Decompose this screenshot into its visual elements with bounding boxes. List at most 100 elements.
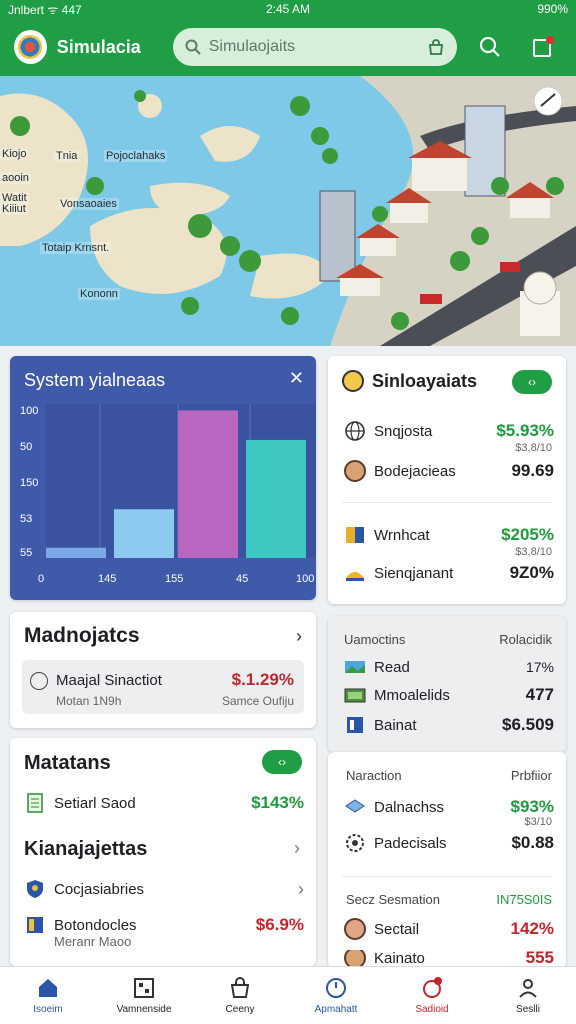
transactions-card: Naraction Prbfiior Dalnachss $93% $3/10 … xyxy=(328,752,566,968)
landscape-icon xyxy=(344,688,366,703)
item-value: $.1.29% xyxy=(231,670,294,689)
globe-icon xyxy=(345,421,365,441)
system-chart-card: System yialneaas ✕ 100 50 150 53 55 0 145 155 45… xyxy=(10,356,316,600)
map-illustration xyxy=(0,76,576,346)
battery-label: 990% xyxy=(537,2,569,16)
row-sub: $3,8/10 xyxy=(515,442,552,454)
section-title: Kianajajettas xyxy=(24,838,148,860)
list-item[interactable]: Maajal Sinactiot Motan 1N9h $.1.29% Samc… xyxy=(22,660,304,714)
flag-icon xyxy=(346,527,364,543)
row-label: Sectail xyxy=(374,920,420,938)
list-item[interactable]: Setiarl Saod $143% xyxy=(24,792,304,814)
list-item[interactable]: Kainato 555 xyxy=(344,950,554,966)
y-tick-label: 150 xyxy=(20,477,38,489)
search-button[interactable] xyxy=(471,27,510,67)
column-header: IN75S0IS xyxy=(496,892,552,907)
map-label: Vonsaoaies xyxy=(58,198,119,210)
bag-icon xyxy=(230,977,250,998)
nav-item-grid[interactable]: Vamnenside xyxy=(96,967,192,1024)
x-tick-label: 155 xyxy=(165,573,183,585)
list-item[interactable]: Mmoalelids 477 xyxy=(344,684,554,706)
avatar xyxy=(344,918,366,940)
bottom-navigation: Isoeim Vamnenside Ceeny Apmahatt Sadioid… xyxy=(0,966,576,1024)
nav-label: Isoeim xyxy=(33,1004,63,1015)
chart-bar[interactable] xyxy=(246,439,306,558)
map-label: Totaip Krnsnt. xyxy=(40,242,112,254)
nav-item-clock[interactable]: Apmahatt xyxy=(288,967,384,1024)
chevron-right-icon[interactable]: › xyxy=(296,626,302,647)
column-header: Secz Sesmation xyxy=(346,892,440,907)
list-item[interactable]: Sectail 142% xyxy=(344,918,554,940)
nav-label: Vamnenside xyxy=(116,1004,172,1015)
shield-icon xyxy=(27,880,43,898)
map-label: Pojoclahaks xyxy=(104,150,168,162)
toggle-pill-button[interactable]: ‹› xyxy=(512,370,552,394)
list-item[interactable]: Read 17% xyxy=(344,656,554,678)
matatans-card: Matatans ‹› Setiarl Saod $143% Kianajaje… xyxy=(10,738,316,966)
list-item[interactable]: Wrnhcat $205% xyxy=(344,524,554,546)
row-label: Bainat xyxy=(374,716,417,734)
column-header: Uamoctins xyxy=(344,632,406,647)
map-label: Tnia xyxy=(54,150,80,162)
nav-item-alerts[interactable]: Sadioid xyxy=(384,967,480,1024)
row-label: Setiarl Saod xyxy=(54,794,136,812)
toggle-pill-button[interactable]: ‹› xyxy=(262,750,302,774)
map-label: aooin xyxy=(0,172,31,184)
compass-button[interactable] xyxy=(535,86,565,116)
row-value: $6.509 xyxy=(502,715,554,734)
y-tick-label: 50 xyxy=(20,441,32,453)
bag-icon[interactable] xyxy=(427,38,445,56)
avatar xyxy=(344,460,366,482)
chart-bar[interactable] xyxy=(114,509,174,558)
chart-bar[interactable] xyxy=(178,410,238,558)
nav-label: Apmahatt xyxy=(314,1004,358,1015)
list-item[interactable]: Snqjosta $5.93% xyxy=(344,420,554,442)
search-icon xyxy=(480,36,500,57)
item-name: Maajal Sinactiot xyxy=(56,672,162,689)
search-bar[interactable]: Simulaojaits xyxy=(172,28,457,66)
image-icon xyxy=(345,661,365,673)
row-value: 99.69 xyxy=(511,461,554,480)
item-value-sub: Samce Oufiju xyxy=(221,694,294,708)
list-item[interactable]: Sienqjanant 9Z0% xyxy=(344,562,554,584)
chevron-right-icon[interactable]: › xyxy=(298,879,304,900)
list-item[interactable]: Padecisals $0.88 xyxy=(344,832,554,854)
row-value: $0.88 xyxy=(511,833,554,852)
list-item[interactable]: Botondocles $6.9% xyxy=(24,914,304,936)
row-label: Bodejacieas xyxy=(374,462,456,480)
list-item[interactable]: Dalnachss $93% xyxy=(344,796,554,818)
list-item[interactable]: Bainat $6.509 xyxy=(344,714,554,736)
app-bar: Simulacia Simulaojaits xyxy=(0,18,576,76)
row-value: $93% xyxy=(510,797,554,816)
y-tick-label: 100 xyxy=(20,405,38,417)
receipt-icon xyxy=(27,793,43,813)
document-icon xyxy=(347,717,363,733)
nav-item-home[interactable]: Isoeim xyxy=(0,967,96,1024)
nav-item-profile[interactable]: Seslli xyxy=(480,967,576,1024)
nav-label: Ceeny xyxy=(225,1004,255,1015)
row-label: Botondocles xyxy=(54,916,137,934)
row-label: Padecisals xyxy=(374,834,447,852)
row-sub: $3,8/10 xyxy=(515,546,552,558)
app-title: Simulacia xyxy=(56,36,141,57)
map-view[interactable]: Tnia Pojoclahaks aooin Watit Kiiiut Vons… xyxy=(0,76,576,346)
radio-button[interactable] xyxy=(30,672,48,690)
carrier-label: Jnlbert ᯤ 447 xyxy=(8,2,82,17)
chart-bar[interactable] xyxy=(46,547,106,558)
row-label: Sienqjanant xyxy=(374,564,454,582)
row-value: 17% xyxy=(525,659,554,675)
row-value: 555 xyxy=(525,950,554,966)
nav-label: Sadioid xyxy=(415,1004,449,1015)
status-bar: Jnlbert ᯤ 447 2:45 AM 990% xyxy=(0,0,576,18)
x-tick-label: 145 xyxy=(98,573,116,585)
search-input[interactable]: Simulaojaits xyxy=(209,38,427,56)
column-header: Prbfiior xyxy=(510,768,552,783)
x-tick-label: 45 xyxy=(236,573,248,585)
nav-item-bag[interactable]: Ceeny xyxy=(192,967,288,1024)
map-label: Kiiiut xyxy=(0,203,28,215)
notifications-button[interactable] xyxy=(523,27,562,67)
list-item[interactable]: Bodejacieas 99.69 xyxy=(344,460,554,482)
bar-chart: 100 50 150 53 55 0 145 155 45 100 xyxy=(20,404,316,585)
list-item[interactable]: Cocjasiabries › xyxy=(24,878,304,900)
chevron-right-icon[interactable]: › xyxy=(294,838,300,859)
